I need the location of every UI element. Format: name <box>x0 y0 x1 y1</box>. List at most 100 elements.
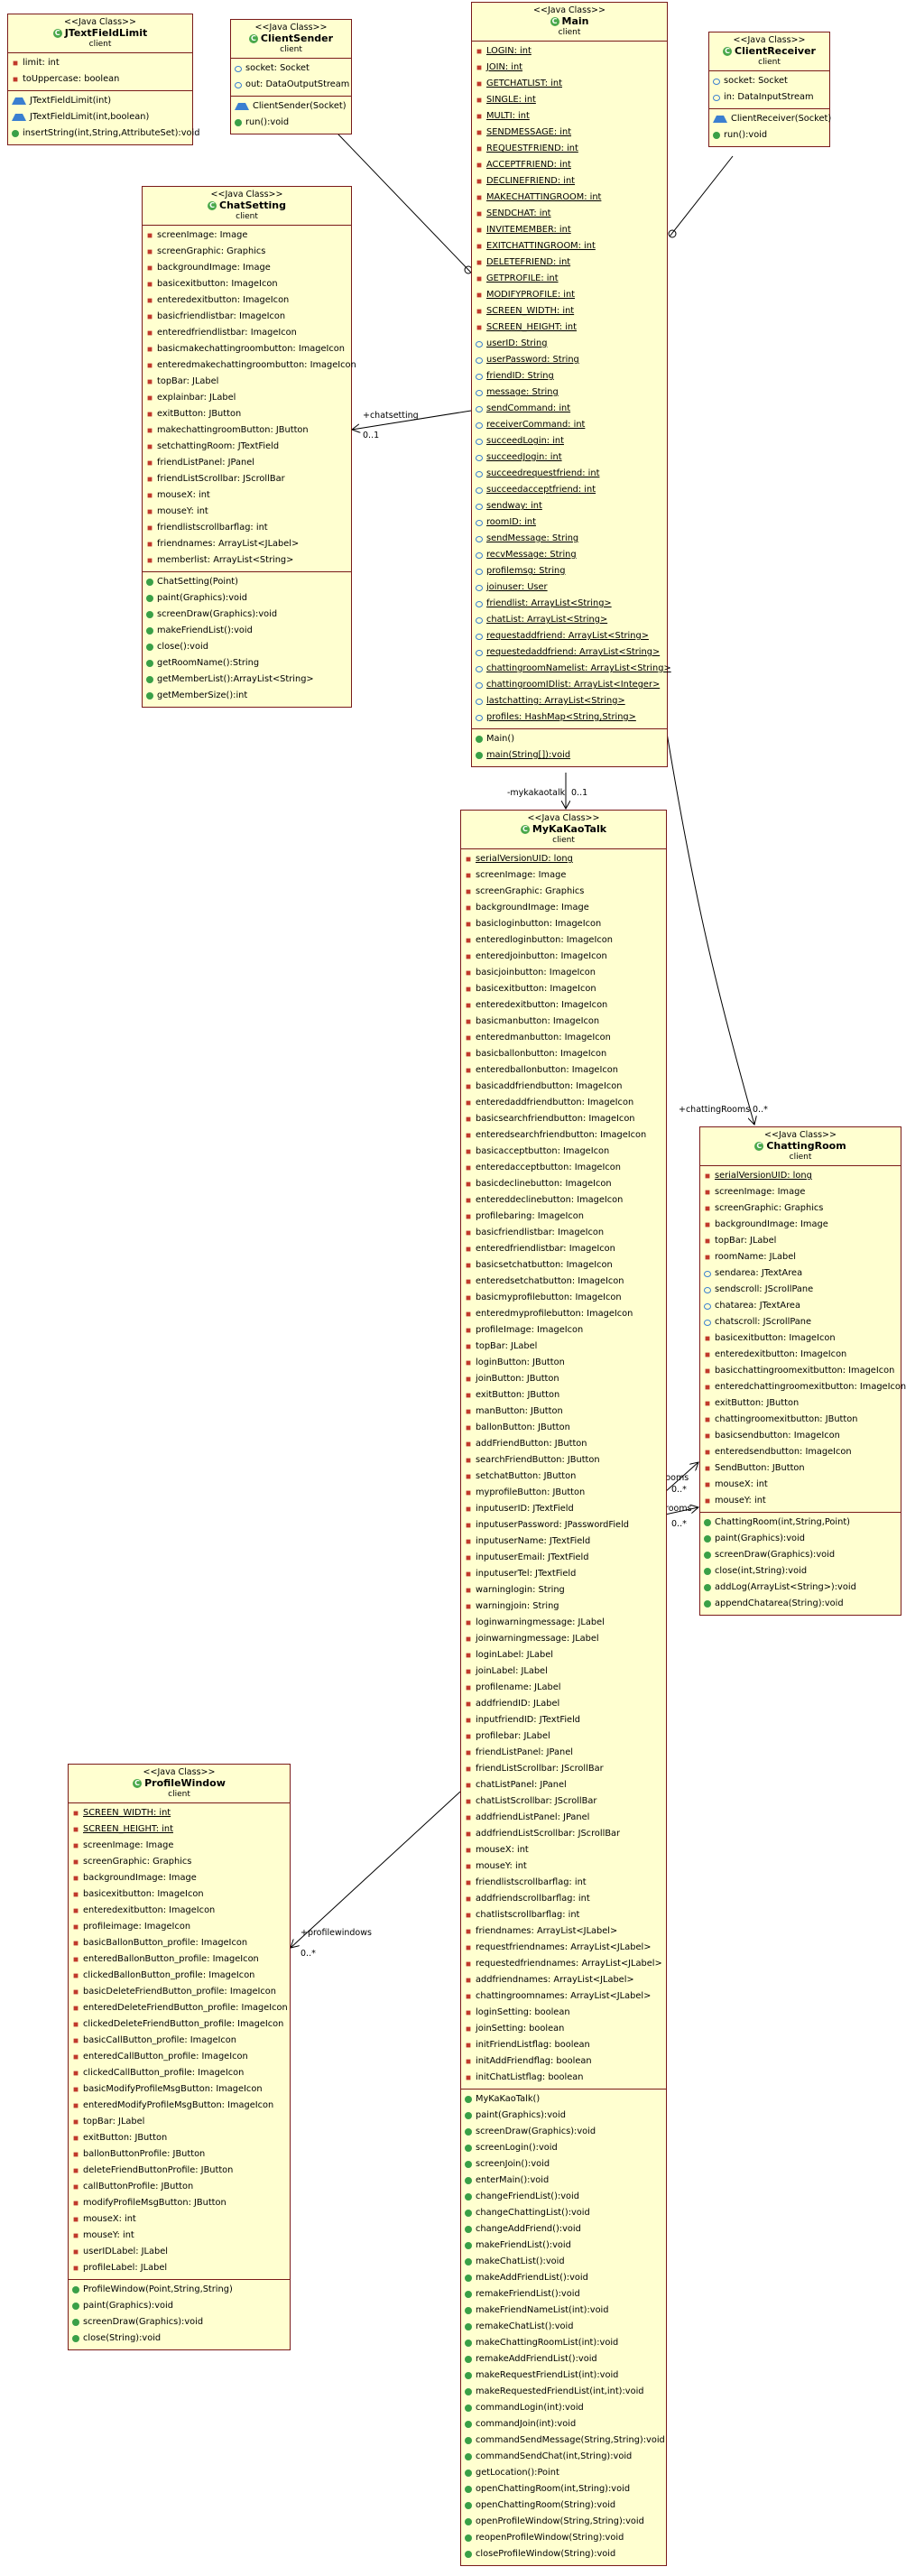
private-icon <box>466 1181 471 1187</box>
private-icon <box>466 1734 471 1739</box>
field-text: topBar: JLabel <box>715 1236 777 1246</box>
field-text: inputuserTel: JTextField <box>476 1569 577 1579</box>
method-text: getLocation():Point <box>476 2468 559 2478</box>
static-final-icon <box>476 227 482 233</box>
field-text: friendListPanel: JPanel <box>157 458 254 468</box>
field-text: enteredCallButton_profile: ImageIcon <box>83 2052 248 2062</box>
package-label: client <box>552 836 575 845</box>
field-text: enteredfriendlistbar: ImageIcon <box>157 328 297 338</box>
field-row: basicacceptbutton: ImageIcon <box>461 1144 666 1160</box>
class-clientreceiver: <<Java Class>> C ClientReceiver client socke… <box>708 32 831 147</box>
method-row: paint(Graphics):void <box>461 2108 666 2124</box>
field-text: explainbar: JLabel <box>157 393 236 403</box>
private-icon <box>147 249 153 255</box>
private-icon <box>73 2054 79 2060</box>
assoc-label-chattingrooms-main: +chattingRooms <box>679 1105 751 1115</box>
field-row: SENDCHAT: int <box>472 206 667 222</box>
protected-icon <box>713 116 727 123</box>
fields-section: SCREEN_WIDTH: int SCREEN_HEIGHT: int scree… <box>69 1803 290 2280</box>
private-icon <box>466 1636 471 1642</box>
method-text: openChattingRoom(String):void <box>476 2500 616 2510</box>
field-text: screenImage: Image <box>476 870 567 880</box>
field-text: screenGraphic: Graphics <box>83 1857 192 1867</box>
field-row: toUppercase: boolean <box>8 71 192 88</box>
private-icon <box>466 1929 471 1934</box>
private-icon <box>13 60 18 66</box>
static-final-icon <box>476 325 482 330</box>
method-row: getRoomName():String <box>143 655 351 672</box>
private-icon <box>466 922 471 927</box>
field-row: callButtonProfile: JButton <box>69 2179 290 2195</box>
method-row: screenDraw(Graphics):void <box>700 1547 901 1563</box>
field-row: screenImage: Image <box>700 1184 901 1200</box>
package-icon <box>476 503 483 510</box>
private-icon <box>466 1864 471 1869</box>
field-text: ballonButtonProfile: JButton <box>83 2149 206 2159</box>
private-icon <box>147 428 153 433</box>
field-row: exitButton: JButton <box>143 406 351 422</box>
method-row: ProfileWindow(Point,String,String) <box>69 2282 290 2298</box>
field-row: mouseY: int <box>69 2228 290 2244</box>
static-final-icon <box>476 49 482 54</box>
class-name: C MyKaKaoTalk <box>520 824 606 835</box>
private-icon <box>466 1100 471 1106</box>
field-row: makechattingroomButton: JButton <box>143 422 351 439</box>
field-row: basicsendbutton: ImageIcon <box>700 1428 901 1444</box>
field-row: memberlist: ArrayList<String> <box>143 552 351 569</box>
method-row: enterMain():void <box>461 2173 666 2189</box>
method-text: ChattingRoom(int,String,Point) <box>715 1517 850 1527</box>
private-icon <box>147 460 153 466</box>
static-final-icon <box>476 292 482 298</box>
field-text: enteredexitbutton: ImageIcon <box>157 295 290 305</box>
field-text: succeedLogin: int <box>486 436 564 446</box>
field-row: basicmanbutton: ImageIcon <box>461 1014 666 1030</box>
field-text: serialVersionUID: long <box>715 1171 812 1181</box>
public-icon <box>465 2291 472 2298</box>
private-icon <box>466 905 471 911</box>
private-icon <box>466 2059 471 2064</box>
field-text: myprofileButton: JButton <box>476 1487 586 1497</box>
field-row: searchFriendButton: JButton <box>461 1452 666 1469</box>
static-final-icon <box>73 1827 79 1832</box>
field-text: mouseY: int <box>157 506 208 516</box>
method-row: appendChatarea(String):void <box>700 1596 901 1612</box>
private-icon <box>466 2075 471 2080</box>
field-text: inputuserPassword: JPasswordField <box>476 1520 630 1530</box>
static-final-icon <box>476 65 482 70</box>
method-row: screenDraw(Graphics):void <box>69 2314 290 2330</box>
private-icon <box>147 233 153 238</box>
field-row: requestedfriendnames: ArrayList<JLabel> <box>461 1956 666 1972</box>
method-text: changeAddFriend():void <box>476 2224 581 2234</box>
field-row: basicexitbutton: ImageIcon <box>700 1330 901 1347</box>
field-row: INVITEMEMBER: int <box>472 222 667 238</box>
method-row: screenJoin():void <box>461 2156 666 2173</box>
field-row: basicexitbutton: ImageIcon <box>461 981 666 997</box>
field-text: succeedrequestfriend: int <box>486 468 600 478</box>
public-icon <box>465 2502 472 2509</box>
assoc-mult-chattingrooms: 0..* <box>671 1485 687 1495</box>
private-icon <box>466 1799 471 1804</box>
field-row: message: String <box>472 385 667 401</box>
field-text: friendListScrollbar: JScrollBar <box>476 1764 604 1774</box>
field-text: limit: int <box>23 58 60 68</box>
assoc-mult-profilewindows: 0..* <box>300 1949 316 1959</box>
fields-section: LOGIN: int JOIN: int GETCHATLIST: int SINGL… <box>472 42 671 729</box>
field-row: joinLabel: JLabel <box>461 1663 666 1680</box>
field-row: backgroundImage: Image <box>143 260 351 276</box>
field-row: SCREEN_HEIGHT: int <box>69 1821 290 1838</box>
class-title-row: C ProfileWindow <box>70 1778 288 1789</box>
field-row: addfriendListPanel: JPanel <box>461 1810 666 1826</box>
field-row: ballonButton: JButton <box>461 1420 666 1436</box>
field-row: topBar: JLabel <box>143 374 351 390</box>
field-row: sendMessage: String <box>472 531 667 547</box>
class-name: C JTextFieldLimit <box>52 28 147 39</box>
method-row: reopenProfileWindow(String):void <box>461 2530 666 2546</box>
field-row: requestedaddfriend: ArrayList<String> <box>472 644 667 661</box>
package-icon <box>476 486 483 494</box>
field-text: in: DataInputStream <box>724 92 814 102</box>
package-label: client <box>758 58 781 67</box>
field-row: inputuserName: JTextField <box>461 1534 666 1550</box>
field-text: enteredBallonButton_profile: ImageIcon <box>83 1954 259 1964</box>
method-row: commandSendChat(int,String):void <box>461 2449 666 2465</box>
field-row: chattingroomexitbutton: JButton <box>700 1412 901 1428</box>
